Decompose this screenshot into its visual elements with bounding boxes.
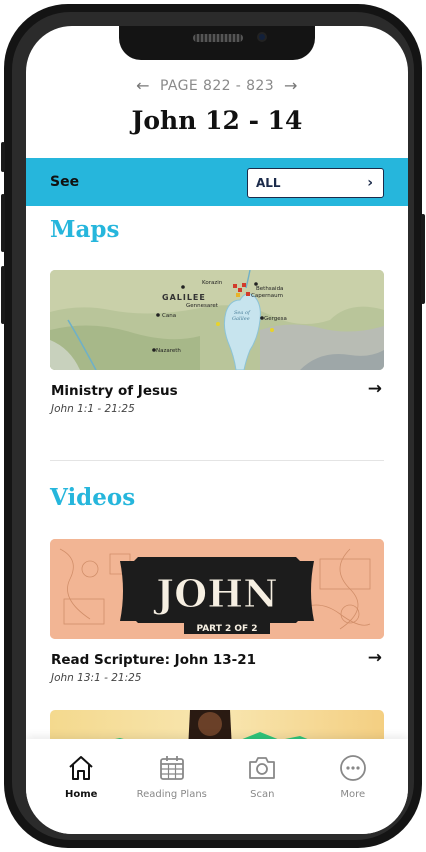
- filter-select-value: ALL: [256, 176, 281, 190]
- tab-more[interactable]: More: [308, 753, 398, 834]
- app-screen: ← PAGE 822 - 823 → John 12 - 14 See ALL …: [26, 26, 408, 834]
- tab-home[interactable]: Home: [36, 753, 126, 834]
- video-thumbnail[interactable]: JOHN PART 2 OF 2: [50, 539, 384, 639]
- more-icon: [339, 755, 366, 781]
- notch: [119, 26, 315, 60]
- power-button: [421, 214, 425, 304]
- map-item-title[interactable]: Ministry of Jesus: [51, 383, 178, 399]
- video-item-reference: John 13:1 - 21:25: [51, 672, 142, 684]
- section-divider: [50, 460, 384, 461]
- tab-more-label: More: [340, 789, 366, 800]
- map-item-reference: John 1:1 - 21:25: [51, 403, 135, 415]
- volume-down-button: [1, 266, 5, 324]
- camera-icon: [249, 757, 276, 779]
- svg-text:Nazareth: Nazareth: [156, 348, 181, 354]
- arrow-right-icon[interactable]: →: [368, 379, 382, 399]
- page-range-label: PAGE 822 - 823: [159, 77, 275, 94]
- mute-switch: [1, 142, 5, 172]
- bottom-tab-bar: Home Reading Plans Scan More: [26, 739, 408, 834]
- svg-text:GALILEE: GALILEE: [162, 293, 206, 302]
- maps-heading: Maps: [50, 216, 120, 243]
- tab-scan-label: Scan: [250, 789, 275, 800]
- svg-text:Galilee: Galilee: [232, 316, 250, 322]
- ministry-map-image: GALILEE Korazin Bethsaida Capernaum Genn…: [50, 270, 384, 370]
- arrow-left-icon[interactable]: ←: [136, 76, 150, 95]
- phone-frame: ← PAGE 822 - 823 → John 12 - 14 See ALL …: [1, 4, 425, 848]
- svg-text:Gennesaret: Gennesaret: [186, 303, 219, 309]
- videos-heading: Videos: [50, 484, 136, 511]
- volume-up-button: [1, 194, 5, 252]
- tab-home-label: Home: [65, 789, 98, 800]
- page-navigator: ← PAGE 822 - 823 →: [26, 76, 408, 95]
- arrow-right-icon[interactable]: →: [368, 648, 382, 668]
- video-banner-title: JOHN: [153, 571, 278, 616]
- calendar-icon: [159, 756, 184, 780]
- svg-text:Capernaum: Capernaum: [251, 293, 283, 299]
- page-title: John 12 - 14: [131, 106, 303, 135]
- chevron-right-icon: ›: [367, 175, 373, 191]
- svg-text:Bethsaida: Bethsaida: [256, 286, 283, 292]
- svg-text:Gergesa: Gergesa: [264, 316, 287, 322]
- svg-text:Korazin: Korazin: [202, 280, 223, 286]
- front-camera: [257, 32, 267, 42]
- filter-label: See: [50, 174, 80, 190]
- john-video-banner: JOHN PART 2 OF 2: [50, 539, 384, 639]
- tab-reading-plans-label: Reading Plans: [136, 789, 207, 800]
- filter-bar: See ALL ›: [26, 158, 408, 206]
- tab-scan[interactable]: Scan: [217, 753, 307, 834]
- video-item-title[interactable]: Read Scripture: John 13-21: [51, 652, 256, 668]
- speaker-grille: [193, 34, 243, 42]
- home-icon: [69, 756, 93, 780]
- filter-select[interactable]: ALL ›: [247, 168, 384, 198]
- tab-reading-plans[interactable]: Reading Plans: [127, 753, 217, 834]
- video-banner-subtitle: PART 2 OF 2: [196, 624, 257, 634]
- svg-text:Cana: Cana: [162, 313, 176, 319]
- map-thumbnail[interactable]: GALILEE Korazin Bethsaida Capernaum Genn…: [50, 270, 384, 370]
- arrow-right-icon[interactable]: →: [284, 76, 298, 95]
